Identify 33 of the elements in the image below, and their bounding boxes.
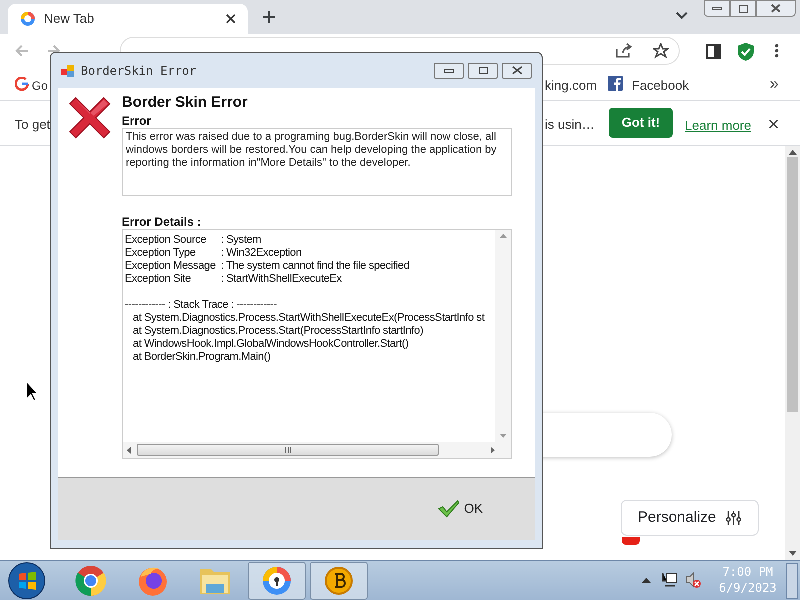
got-it-button[interactable]: Got it! <box>609 108 673 138</box>
bookmark-link[interactable]: Go <box>32 77 48 95</box>
close-button[interactable]: × <box>768 110 780 140</box>
browser-tab[interactable]: New Tab <box>8 4 248 34</box>
bookmark-link[interactable]: Facebook <box>632 76 690 96</box>
learn-more-link[interactable]: Learn more <box>685 116 752 136</box>
personalize-button[interactable]: Personalize <box>621 500 759 536</box>
section-label: Error <box>122 113 152 130</box>
message-text: This error was raised due to a programing bug.BorderSkin will now close, all windows borders will be restored.You can help developing the application by reporting the information in"More Details" to the developer. <box>122 128 512 196</box>
field-value: : The system cannot find the file specified <box>221 260 410 273</box>
stack-trace-line: at System.Diagnostics.Process.StartWithShellExecuteEx(ProcessStartInfo st <box>132 312 485 325</box>
stack-trace-line: at System.Diagnostics.Process.Start(ProcessStartInfo startInfo) <box>132 325 424 338</box>
details-label: Error Details : <box>122 214 202 231</box>
more-bookmarks-button[interactable]: » <box>770 73 779 97</box>
clock-date: 6/9/2023 <box>719 580 777 596</box>
field-value: : Win32Exception <box>221 247 302 260</box>
field-value: : StartWithShellExecuteEx <box>221 273 342 286</box>
field-label: Exception Source <box>125 234 208 247</box>
tab-title: New Tab <box>44 10 96 28</box>
window-title: BorderSkin Error <box>81 62 198 80</box>
field-label: Exception Message <box>125 260 217 273</box>
field-label: Exception Type <box>125 247 197 260</box>
bookmark-link[interactable]: king.com <box>545 76 598 96</box>
stack-trace-header: ------------ : Stack Trace : ------------ <box>125 299 278 312</box>
dialog-heading: Border Skin Error <box>122 93 248 113</box>
stack-trace-line: at WindowsHook.Impl.GlobalWindowsHookController.Start() <box>132 338 409 351</box>
field-value: : System <box>221 234 262 247</box>
clock-time: 7:00 PM <box>722 564 774 580</box>
stack-trace-line: at BorderSkin.Program.Main() <box>132 351 271 364</box>
infobar-text: To get <box>15 116 50 134</box>
infobar-text: is usin… <box>545 116 595 134</box>
field-label: Exception Site <box>125 273 192 286</box>
ok-button[interactable]: OK <box>438 499 483 519</box>
